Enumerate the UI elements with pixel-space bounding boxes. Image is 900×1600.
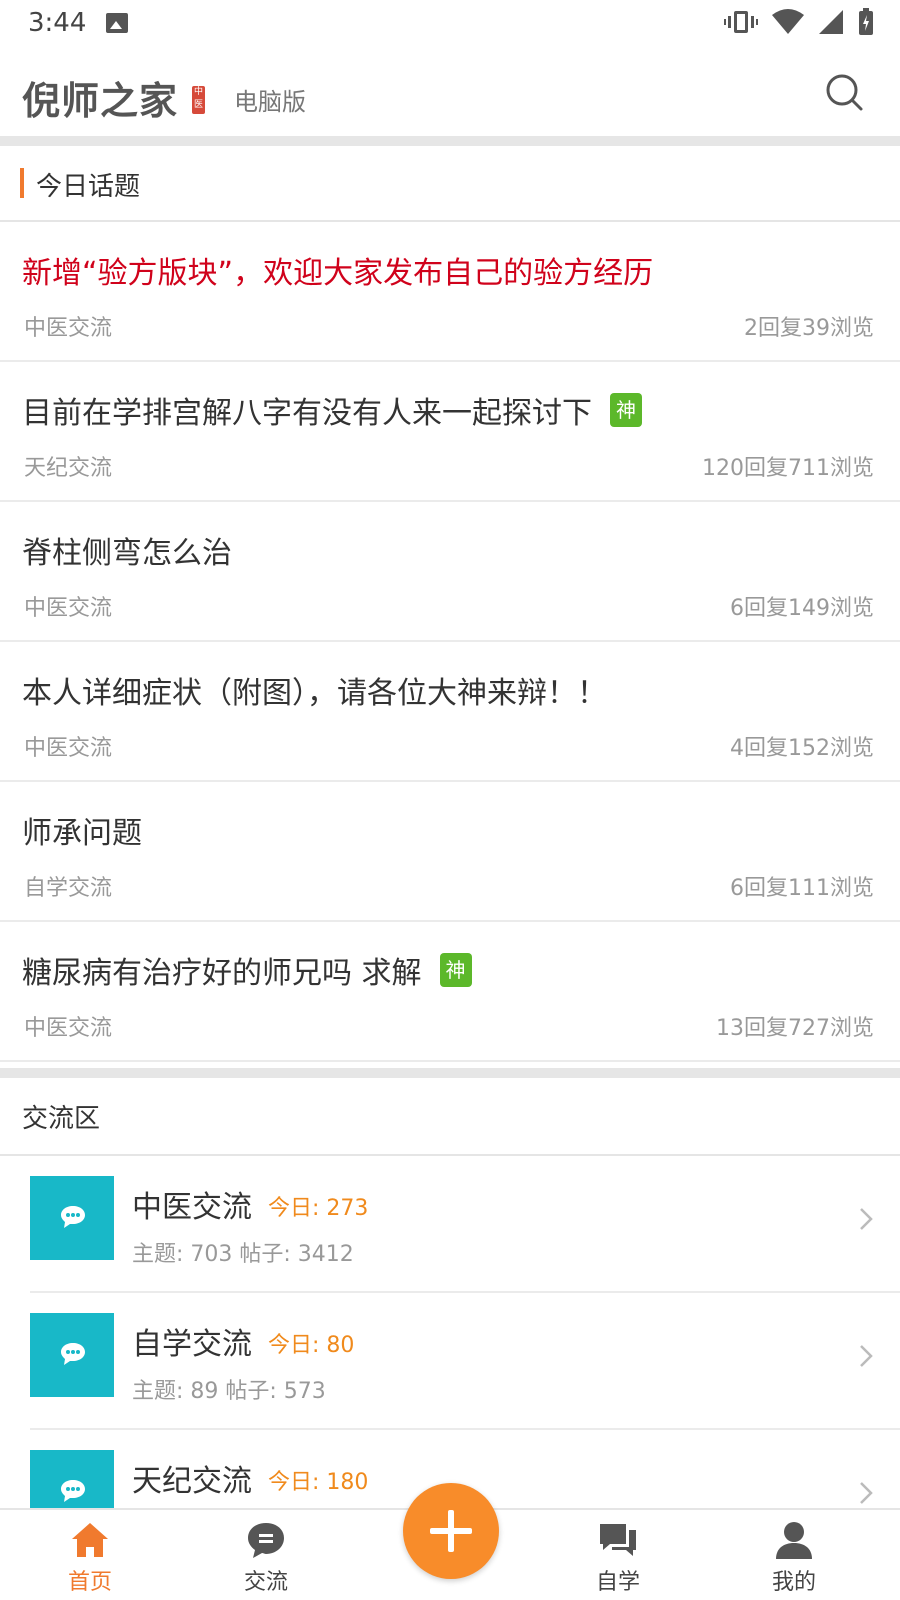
tab-label: 首页 [67,1570,112,1595]
chevron-right-icon [860,1345,873,1367]
home-icon [72,1523,108,1557]
forum-name: 中医交流 [132,1190,252,1225]
topic-stats: 120回复711浏览 [702,456,874,481]
topic-stats: 4回复152浏览 [730,736,874,761]
search-icon[interactable] [824,72,864,112]
tab-exchange[interactable]: 交流 [206,1510,326,1600]
forum-meta: 主题: 703 帖子: 3412 [132,1242,354,1267]
topic-item[interactable]: 师承问题 自学交流 6回复111浏览 [0,782,900,922]
tab-label: 我的 [771,1570,816,1595]
status-icons [724,8,874,36]
forum-chat-icon [30,1176,114,1260]
topic-item[interactable]: 本人详细症状（附图），请各位大神来辩！！ 中医交流 4回复152浏览 [0,642,900,782]
section-accent-bar [20,168,24,198]
chevron-right-icon [860,1482,873,1504]
chat-bubble-icon [248,1523,284,1558]
topic-title: 师承问题 [22,816,142,851]
forum-today-count: 今日: 273 [268,1196,369,1221]
tab-mine[interactable]: 我的 [734,1510,854,1600]
desktop-version-link[interactable]: 电脑版 [234,82,306,117]
topic-stats: 13回复727浏览 [716,1016,874,1041]
topic-forum: 中医交流 [24,316,113,341]
forum-today-count: 今日: 80 [268,1333,355,1358]
topic-item[interactable]: 糖尿病有治疗好的师兄吗 求解神 中医交流 13回复727浏览 [0,922,900,1062]
topic-stats: 6回复111浏览 [730,876,874,901]
header-divider [0,136,900,146]
tab-label: 自学 [595,1570,640,1595]
topic-forum: 中医交流 [24,596,113,621]
tab-home[interactable]: 首页 [30,1510,150,1600]
topic-forum: 自学交流 [24,876,113,901]
status-time: 3:44 [28,8,87,38]
new-post-plus-button[interactable] [403,1483,499,1579]
section-divider [0,1068,900,1078]
battery-icon [859,8,873,35]
forum-item[interactable]: 中医交流 今日: 273 主题: 703 帖子: 3412 [0,1156,900,1293]
forum-meta: 主题: 89 帖子: 573 [132,1379,326,1404]
forum-name: 天纪交流 [132,1464,252,1499]
forum-item[interactable]: 自学交流 今日: 80 主题: 89 帖子: 573 [0,1293,900,1430]
topic-title: 糖尿病有治疗好的师兄吗 求解神 [22,948,472,992]
signal-icon [819,10,843,34]
image-notification-icon [106,13,128,33]
forum-today-count: 今日: 180 [268,1470,369,1495]
today-topics-header: 今日话题 [0,146,900,222]
chevron-right-icon [860,1208,873,1230]
shen-badge: 神 [610,393,642,427]
topic-title: 新增“验方版块”，欢迎大家发布自己的验方经历 [22,256,654,291]
topic-title: 目前在学排宫解八字有没有人来一起探讨下神 [22,388,642,432]
forum-chat-icon [30,1313,114,1397]
topic-stats: 2回复39浏览 [744,316,874,341]
topic-item[interactable]: 目前在学排宫解八字有没有人来一起探讨下神 天纪交流 120回复711浏览 [0,362,900,502]
topic-item[interactable]: 新增“验方版块”，欢迎大家发布自己的验方经历 中医交流 2回复39浏览 [0,222,900,362]
section-title: 今日话题 [36,172,141,202]
logo-seal: 中医 [192,86,205,114]
topic-list: 新增“验方版块”，欢迎大家发布自己的验方经历 中医交流 2回复39浏览 目前在学… [0,222,900,1062]
vibrate-icon [724,11,758,33]
forum-area-header: 交流区 [0,1078,900,1156]
section-title: 交流区 [22,1104,101,1134]
wifi-icon [772,9,804,34]
topic-item[interactable]: 脊柱侧弯怎么治 中医交流 6回复149浏览 [0,502,900,642]
app-logo: 倪师之家 [22,78,179,123]
tab-label: 交流 [243,1570,288,1595]
forum-name: 自学交流 [132,1327,252,1362]
topic-title: 脊柱侧弯怎么治 [22,536,232,571]
topic-title: 本人详细症状（附图），请各位大神来辩！！ [22,676,607,711]
topic-forum: 天纪交流 [24,456,113,481]
shen-badge: 神 [439,953,472,987]
topic-forum: 中医交流 [24,1016,113,1041]
chat-bubbles-icon [600,1524,636,1556]
topic-forum: 中医交流 [24,736,113,761]
tab-self-study[interactable]: 自学 [558,1510,678,1600]
topic-stats: 6回复149浏览 [730,596,874,621]
user-icon [776,1522,812,1559]
status-bar: 3:44 [0,0,900,48]
app-header: 倪师之家 中医 电脑版 [0,48,900,136]
